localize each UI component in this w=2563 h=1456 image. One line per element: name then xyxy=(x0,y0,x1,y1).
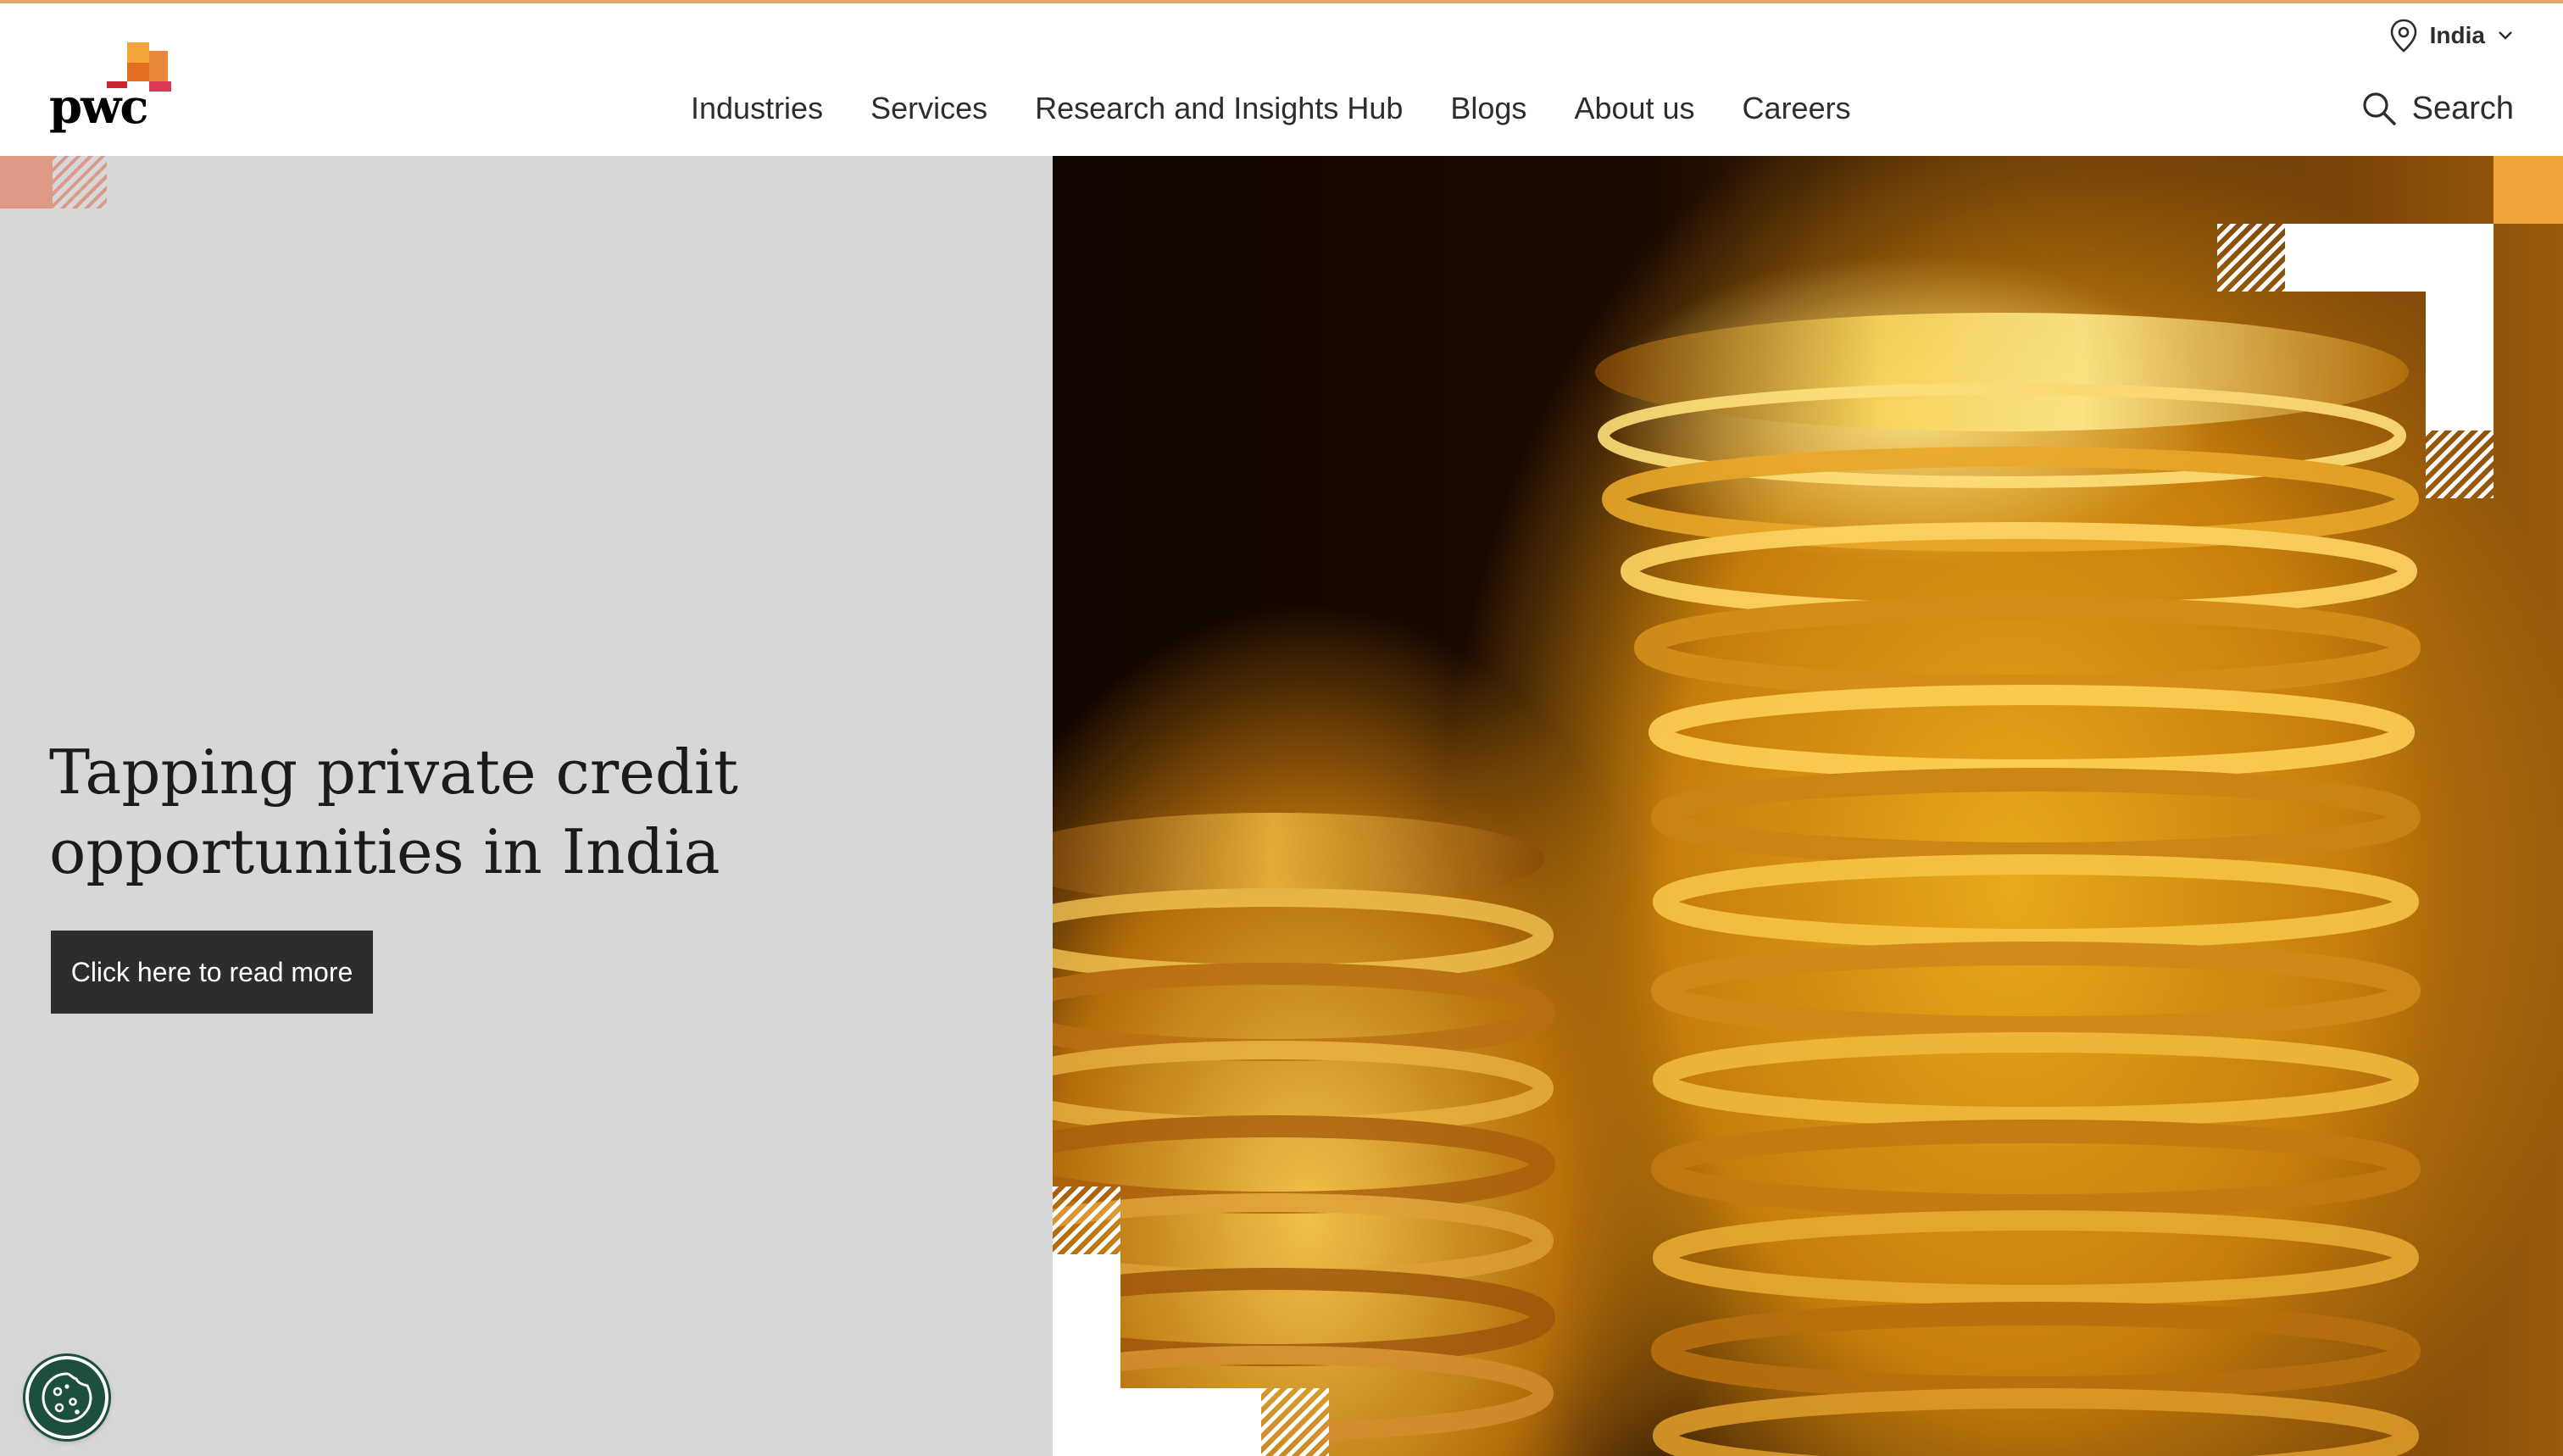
nav-services[interactable]: Services xyxy=(870,85,987,132)
decorative-bracket xyxy=(1053,1254,1120,1456)
logo-wordmark: pwc xyxy=(49,79,148,135)
coin-stack-right xyxy=(1595,313,2421,1456)
read-more-button[interactable]: Click here to read more xyxy=(51,931,373,1014)
decorative-bracket xyxy=(2285,224,2494,292)
search-icon xyxy=(2362,92,2396,125)
decorative-hatch xyxy=(2217,224,2285,292)
search-label: Search xyxy=(2411,91,2514,126)
nav-careers[interactable]: Careers xyxy=(1743,85,1851,132)
chevron-down-icon xyxy=(2499,31,2512,40)
logo-square xyxy=(149,51,168,81)
logo-square xyxy=(149,81,171,92)
logo-square xyxy=(127,42,149,63)
decorative-bracket xyxy=(2426,292,2494,431)
decorative-square xyxy=(2494,156,2563,224)
decorative-bracket xyxy=(1120,1388,1261,1456)
site-header: pwc Industries Services Research and Ins… xyxy=(0,3,2563,158)
nav-about-us[interactable]: About us xyxy=(1574,85,1694,132)
nav-research-insights-hub[interactable]: Research and Insights Hub xyxy=(1035,85,1403,132)
decorative-hatch xyxy=(53,156,107,208)
nav-blogs[interactable]: Blogs xyxy=(1450,85,1526,132)
hero-banner: Tapping private credit opportunities in … xyxy=(0,156,2563,1456)
nav-industries[interactable]: Industries xyxy=(691,85,823,132)
territory-selector[interactable]: India xyxy=(2389,19,2514,53)
decorative-hatch xyxy=(1261,1388,1329,1456)
decorative-hatch xyxy=(2426,431,2494,498)
cookie-icon xyxy=(42,1372,92,1423)
hero-image-gold-coins xyxy=(1053,156,2563,1456)
search-button[interactable]: Search xyxy=(2361,85,2514,132)
hero-headline: Tapping private credit opportunities in … xyxy=(49,736,738,887)
territory-label: India xyxy=(2429,22,2485,48)
hero-text-panel: Tapping private credit opportunities in … xyxy=(0,156,1053,1456)
decorative-hatch xyxy=(1053,1186,1120,1254)
pwc-logo[interactable]: pwc xyxy=(49,42,176,136)
coin-stack-illustration xyxy=(1053,313,2421,1456)
decorative-square xyxy=(0,156,53,208)
location-pin-icon xyxy=(2390,19,2416,53)
main-navigation: Industries Services Research and Insight… xyxy=(691,85,1899,132)
cookie-settings-button[interactable] xyxy=(25,1356,108,1439)
coin-stack-left xyxy=(1053,813,1555,1441)
